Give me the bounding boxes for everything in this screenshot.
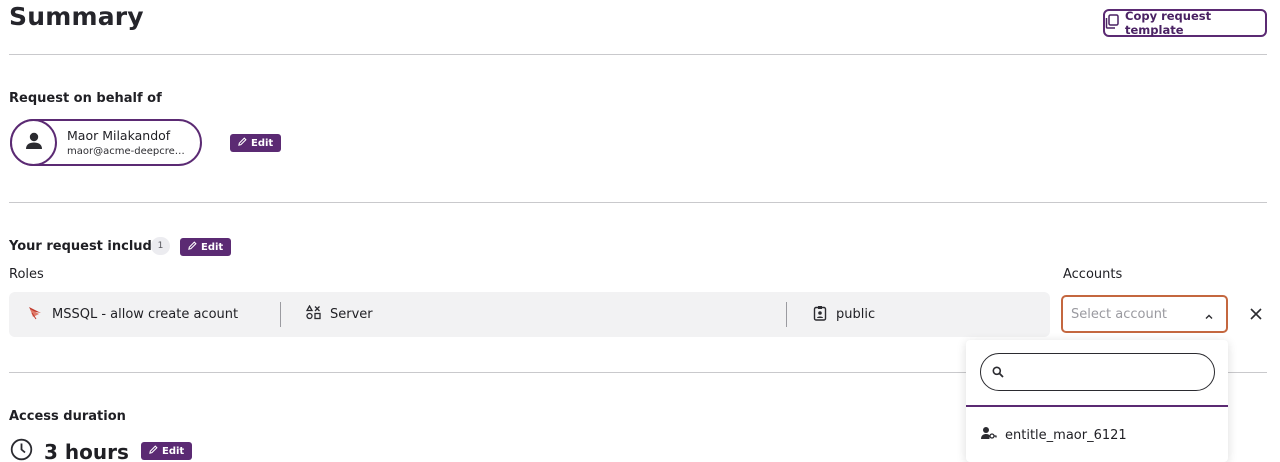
account-option-label: entitle_maor_6121 [1005,427,1127,443]
cell-separator [786,302,787,327]
edit-label: Edit [201,241,224,253]
roles-column-label: Roles [9,267,44,282]
edit-requester-button[interactable]: Edit [230,134,282,152]
copy-request-template-button[interactable]: Copy request template [1103,9,1267,37]
clock-icon [10,438,33,462]
behalf-heading: Request on behalf of [9,91,162,106]
account-search-input[interactable] [1012,365,1202,379]
account-dropdown: entitle_maor_6121 [966,340,1228,462]
account-search-box[interactable] [980,353,1215,391]
edit-label: Edit [162,445,185,457]
badge-icon [813,305,827,325]
avatar [10,119,57,166]
close-icon [1250,305,1262,324]
pencil-icon [238,137,247,149]
divider [9,202,1267,203]
divider [9,54,1267,55]
copy-request-template-label: Copy request template [1125,9,1212,37]
includes-count-badge: 1 [151,237,170,255]
duration-heading: Access duration [9,409,126,424]
role-type: Server [330,307,373,322]
server-icon [305,304,321,324]
accounts-column-label: Accounts [1063,267,1123,282]
pencil-icon [149,445,158,457]
search-icon [992,363,1004,382]
requester-email: maor@acme-deepcred... [67,146,189,157]
includes-heading: Your request includes [9,239,169,254]
account-option[interactable]: entitle_maor_6121 [981,426,1127,444]
copy-icon [1105,14,1119,32]
dropdown-divider [966,405,1228,407]
remove-role-button[interactable] [1246,304,1266,324]
mssql-icon [27,305,43,325]
requester-name: Maor Milakandof [67,128,171,143]
account-select[interactable]: Select account [1061,295,1228,333]
role-scope: public [836,307,876,322]
role-type-cell: Server [305,292,373,337]
role-scope-cell: public [813,292,875,337]
chevron-up-icon [1204,305,1214,324]
role-name: MSSQL - allow create acount [52,307,239,322]
edit-includes-button[interactable]: Edit [180,238,232,256]
requester-card: Maor Milakandof maor@acme-deepcred... [10,119,202,166]
pencil-icon [188,241,197,253]
edit-duration-button[interactable]: Edit [141,442,193,460]
cell-separator [280,302,281,327]
role-row: MSSQL - allow create acount Server publi… [9,292,1050,337]
page-title: Summary [9,2,144,31]
user-icon [24,131,44,155]
duration-value: 3 hours [44,439,129,462]
duration-display: 3 hours [10,438,129,462]
account-select-placeholder: Select account [1071,306,1168,322]
edit-label: Edit [251,137,274,149]
role-name-cell: MSSQL - allow create acount [27,292,238,337]
user-key-icon [981,426,997,444]
